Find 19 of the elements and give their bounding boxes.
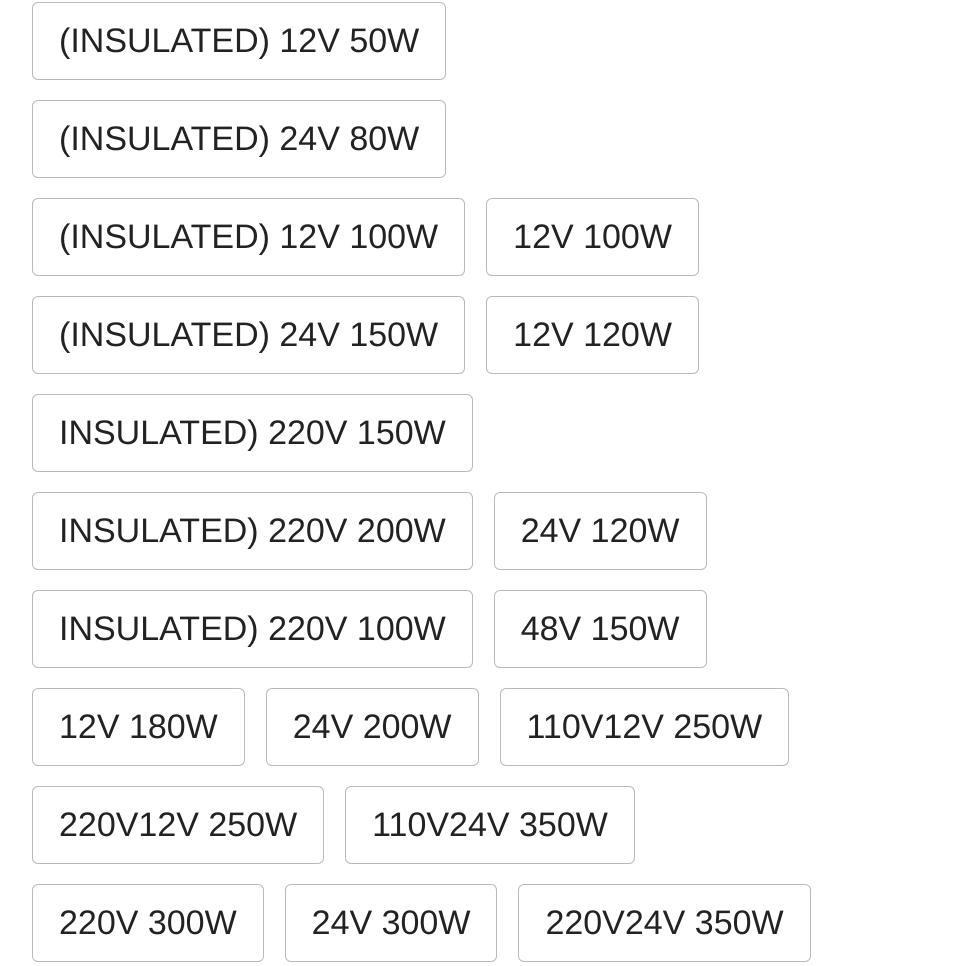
- option-button[interactable]: (INSULATED) 24V 80W: [32, 100, 446, 178]
- option-button[interactable]: (INSULATED) 12V 100W: [32, 198, 466, 276]
- option-button[interactable]: 220V24V 350W: [518, 884, 811, 962]
- option-button[interactable]: (INSULATED) 12V 50W: [32, 2, 446, 80]
- option-button[interactable]: 110V12V 250W: [500, 688, 790, 766]
- option-button[interactable]: INSULATED) 220V 200W: [32, 492, 473, 570]
- option-button[interactable]: 12V 180W: [32, 688, 245, 766]
- option-button[interactable]: 24V 300W: [284, 884, 498, 962]
- option-button[interactable]: 24V 200W: [266, 688, 479, 766]
- option-button[interactable]: 220V12V 250W: [32, 786, 324, 864]
- option-button[interactable]: INSULATED) 220V 100W: [32, 590, 473, 668]
- option-button[interactable]: 24V 120W: [494, 492, 706, 570]
- option-button[interactable]: 110V24V 350W: [345, 786, 635, 864]
- option-button[interactable]: 220V 300W: [32, 884, 264, 962]
- option-button[interactable]: INSULATED) 220V 150W: [32, 394, 473, 472]
- option-button[interactable]: 48V 150W: [494, 590, 706, 668]
- option-button[interactable]: (INSULATED) 24V 150W: [32, 296, 466, 374]
- option-button[interactable]: 12V 100W: [486, 198, 699, 276]
- option-button[interactable]: 12V 120W: [486, 296, 699, 374]
